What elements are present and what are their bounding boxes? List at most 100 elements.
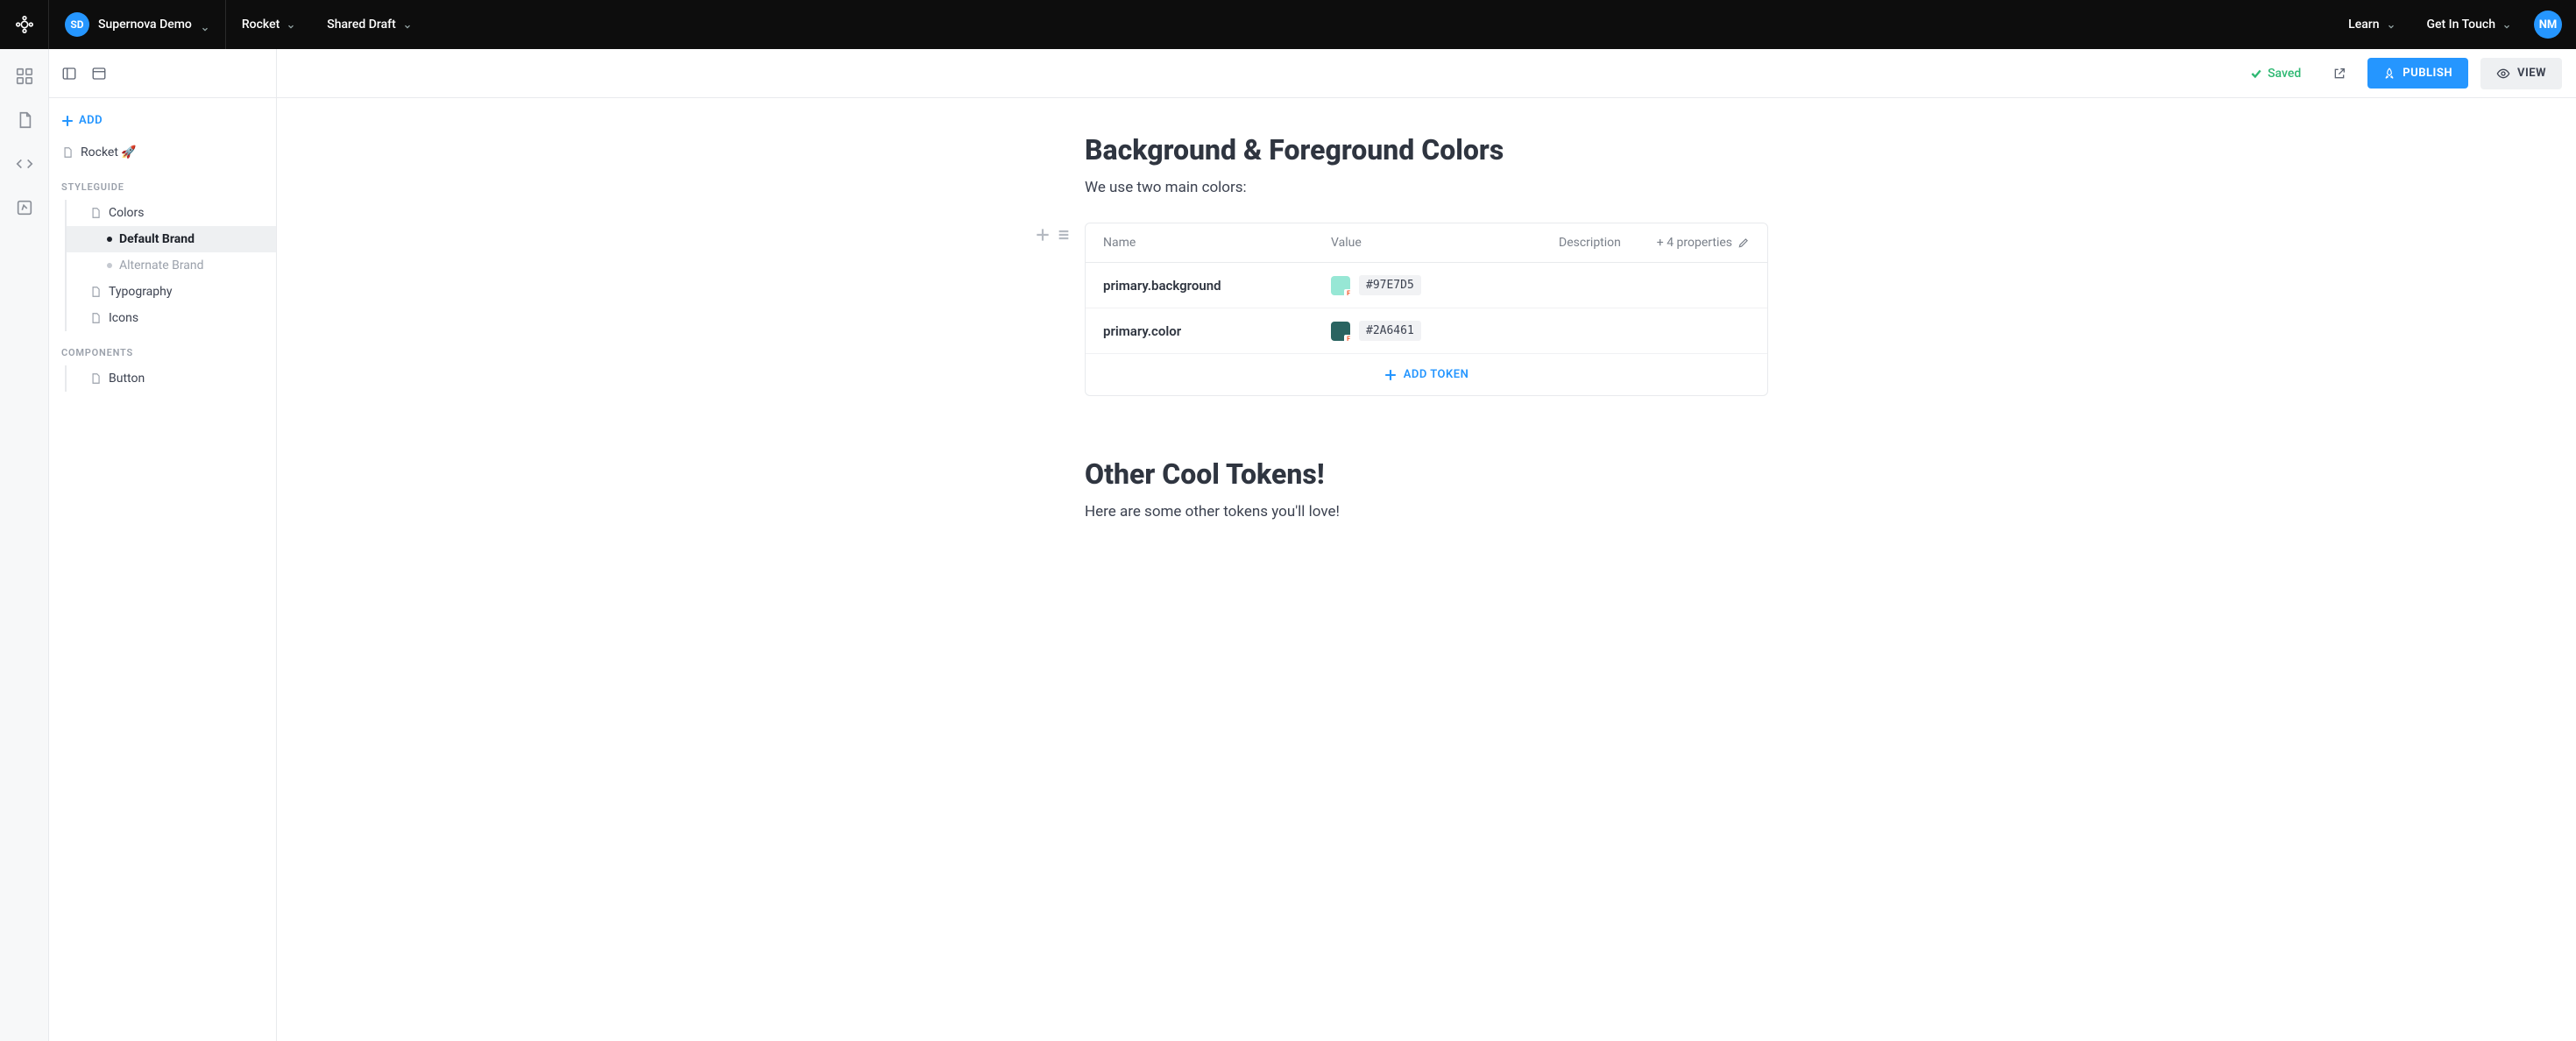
workspace-avatar: SD [65, 12, 89, 37]
table-row[interactable]: primary.color F #2A6461 [1086, 308, 1767, 354]
plus-icon[interactable] [1036, 228, 1050, 242]
workspace-switcher[interactable]: SD Supernova Demo [49, 0, 226, 49]
token-name: primary.color [1103, 323, 1331, 339]
sidebar-item-button[interactable]: Button [67, 365, 276, 392]
view-button[interactable]: VIEW [2480, 58, 2562, 89]
sidebar-item-label: Default Brand [119, 232, 195, 246]
user-avatar[interactable]: NM [2534, 11, 2562, 39]
sidebar-item-label: Icons [109, 311, 138, 325]
page-title: Background & Foreground Colors [1085, 133, 1768, 166]
view-label: VIEW [2517, 67, 2546, 80]
content: Background & Foreground Colors We use tw… [277, 98, 2576, 1041]
eye-icon [2496, 67, 2510, 81]
sidebar: ADD Rocket 🚀 STYLEGUIDE Colors Default B… [49, 49, 277, 1041]
plus-icon [61, 115, 74, 127]
page-icon [89, 286, 102, 298]
top-header: SD Supernova Demo Rocket Shared Draft Le… [0, 0, 2576, 49]
check-icon [2250, 67, 2262, 80]
nav-rocket[interactable]: Rocket [226, 0, 311, 49]
color-swatch: F [1331, 322, 1350, 341]
token-value: F #97E7D5 [1331, 275, 1559, 295]
intro-text: We use two main colors: [1085, 179, 1768, 196]
publish-label: PUBLISH [2403, 67, 2452, 80]
content-toolbar: Saved PUBLISH VIEW [277, 49, 2576, 98]
chevron-down-icon [201, 20, 209, 29]
drag-handle-icon[interactable] [1057, 228, 1071, 242]
edit-icon[interactable] [15, 198, 34, 217]
sidebar-item-alternate-brand[interactable]: Alternate Brand [67, 252, 276, 279]
page-icon [89, 312, 102, 324]
nav-label: Learn [2348, 18, 2379, 32]
chevron-down-icon [403, 20, 412, 29]
block-controls [1036, 228, 1071, 242]
figma-badge-icon: F [1344, 335, 1353, 343]
col-value: Value [1331, 236, 1559, 250]
hex-value: #97E7D5 [1359, 275, 1421, 295]
sidebar-item-label: Button [109, 372, 145, 386]
table-header: Name Value Description + 4 properties [1086, 223, 1767, 263]
token-table: Name Value Description + 4 properties pr… [1085, 223, 1768, 396]
extra-label: + 4 properties [1657, 236, 1732, 250]
page-icon [61, 146, 74, 159]
section-components: COMPONENTS [49, 331, 276, 365]
plus-icon [1384, 369, 1397, 381]
hex-value: #2A6461 [1359, 321, 1421, 341]
color-swatch: F [1331, 276, 1350, 295]
sidebar-item-icons[interactable]: Icons [67, 305, 276, 331]
sidebar-body: ADD Rocket 🚀 STYLEGUIDE Colors Default B… [49, 98, 276, 402]
section-styleguide: STYLEGUIDE [49, 166, 276, 200]
token-name: primary.background [1103, 278, 1331, 294]
rocket-icon [2383, 67, 2396, 80]
table-row[interactable]: primary.background F #97E7D5 [1086, 263, 1767, 308]
saved-label: Saved [2268, 67, 2301, 81]
nav-learn[interactable]: Learn [2332, 0, 2410, 49]
sidebar-item-label: Colors [109, 206, 144, 220]
sidebar-item-rocket[interactable]: Rocket 🚀 [49, 139, 276, 166]
saved-indicator: Saved [2250, 67, 2301, 81]
panel-toggle-icon[interactable] [61, 66, 77, 81]
sidebar-item-label: Rocket 🚀 [81, 145, 137, 159]
col-description: Description [1559, 236, 1627, 250]
add-label: ADD [79, 114, 103, 127]
nav-label: Shared Draft [327, 18, 395, 32]
app-logo[interactable] [0, 0, 49, 49]
chevron-down-icon [2502, 20, 2511, 29]
sidebar-item-default-brand[interactable]: Default Brand [67, 226, 276, 252]
add-button[interactable]: ADD [49, 109, 276, 132]
section-heading: Other Cool Tokens! [1085, 457, 1768, 491]
sidebar-item-label: Typography [109, 285, 172, 299]
nav-shared-draft[interactable]: Shared Draft [311, 0, 427, 49]
bullet-icon [107, 263, 112, 268]
content-wrap: Saved PUBLISH VIEW Background & Foregrou… [277, 49, 2576, 1041]
document-icon[interactable] [15, 110, 34, 130]
token-value: F #2A6461 [1331, 321, 1559, 341]
page-icon [89, 207, 102, 219]
pencil-icon[interactable] [1737, 237, 1750, 249]
page-icon [89, 372, 102, 385]
sidebar-item-typography[interactable]: Typography [67, 279, 276, 305]
chevron-down-icon [287, 20, 295, 29]
publish-button[interactable]: PUBLISH [2367, 58, 2468, 89]
nav-label: Get In Touch [2427, 18, 2496, 32]
bullet-icon [107, 237, 112, 242]
icon-rail [0, 49, 49, 1041]
main: ADD Rocket 🚀 STYLEGUIDE Colors Default B… [0, 49, 2576, 1041]
sidebar-item-label: Alternate Brand [119, 258, 204, 273]
code-icon[interactable] [15, 154, 34, 174]
section-intro: Here are some other tokens you'll love! [1085, 503, 1768, 520]
col-extra[interactable]: + 4 properties [1627, 236, 1750, 250]
dashboard-icon[interactable] [15, 67, 34, 86]
workspace-name: Supernova Demo [98, 18, 192, 32]
add-token-label: ADD TOKEN [1404, 368, 1469, 381]
window-icon[interactable] [91, 66, 107, 81]
chevron-down-icon [2387, 20, 2396, 29]
external-link-button[interactable] [2324, 58, 2355, 89]
sidebar-toolbar [49, 49, 276, 98]
sidebar-item-colors[interactable]: Colors [67, 200, 276, 226]
add-token-button[interactable]: ADD TOKEN [1086, 354, 1767, 395]
nav-get-in-touch[interactable]: Get In Touch [2411, 0, 2528, 49]
figma-badge-icon: F [1344, 289, 1353, 298]
col-name: Name [1103, 236, 1331, 250]
nav-label: Rocket [242, 18, 280, 32]
content-inner: Background & Foreground Colors We use tw… [1067, 133, 1786, 520]
